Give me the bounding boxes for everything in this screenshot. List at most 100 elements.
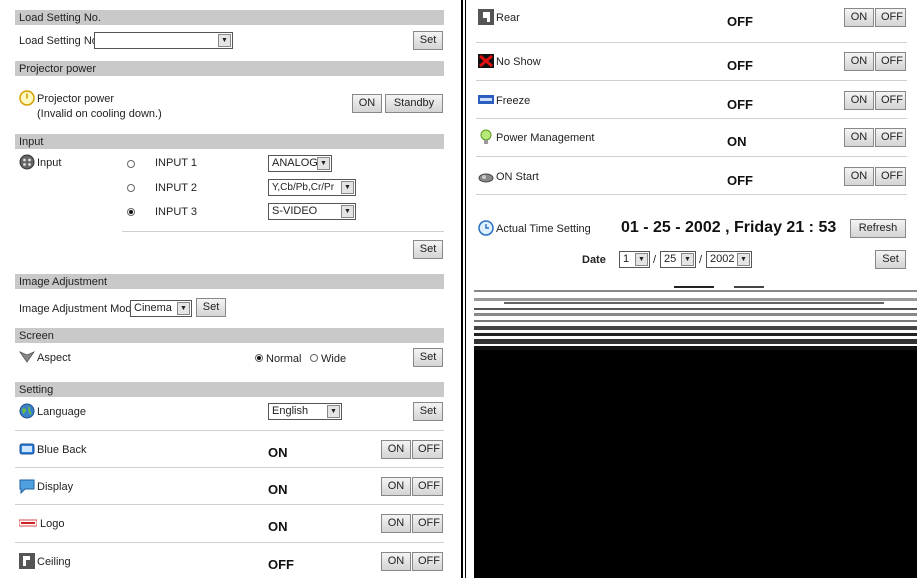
chevron-down-icon: ▼ — [737, 253, 750, 266]
divider — [476, 156, 907, 157]
date-year-value: 2002 — [710, 253, 735, 265]
input-1-label: INPUT 1 — [155, 157, 197, 169]
divider — [15, 504, 444, 505]
sanyo-logo-icon — [19, 519, 37, 527]
on-start-icon — [478, 173, 494, 183]
power-management-off-button[interactable]: OFF — [875, 128, 906, 147]
rendering-glitch-block — [474, 350, 917, 578]
divider — [476, 80, 907, 81]
rear-label: Rear — [496, 12, 520, 24]
setting-section-header: Setting — [15, 382, 444, 397]
on-start-off-button[interactable]: OFF — [875, 167, 906, 186]
input-1-select[interactable]: ANALOG ▼ — [268, 155, 332, 172]
rear-off-button[interactable]: OFF — [875, 8, 906, 27]
ceiling-icon — [19, 553, 35, 569]
on-start-on-button[interactable]: ON — [844, 167, 874, 186]
rear-on-button[interactable]: ON — [844, 8, 874, 27]
power-management-on-button[interactable]: ON — [844, 128, 874, 147]
aspect-wide-label: Wide — [321, 353, 347, 365]
load-setting-select[interactable]: ▼ — [94, 32, 233, 49]
image-adjustment-section-header: Image Adjustment — [15, 274, 444, 289]
no-show-status: OFF — [727, 58, 753, 73]
language-label: Language — [37, 406, 86, 418]
language-set-button[interactable]: Set — [413, 402, 443, 421]
projector-power-section-header: Projector power — [15, 61, 444, 76]
no-show-on-button[interactable]: ON — [844, 52, 874, 71]
freeze-icon — [478, 95, 494, 104]
freeze-on-button[interactable]: ON — [844, 91, 874, 110]
date-day-value: 25 — [664, 253, 677, 265]
divider — [15, 467, 444, 468]
rear-icon — [478, 9, 494, 25]
on-start-status: OFF — [727, 173, 753, 188]
no-show-label: No Show — [496, 56, 541, 68]
input-3-select[interactable]: S-VIDEO ▼ — [268, 203, 356, 220]
load-setting-set-button[interactable]: Set — [413, 31, 443, 50]
input-3-radio[interactable] — [127, 208, 135, 216]
aspect-set-button[interactable]: Set — [413, 348, 443, 367]
refresh-button[interactable]: Refresh — [850, 219, 906, 238]
blue-back-off-button[interactable]: OFF — [412, 440, 443, 459]
ceiling-on-button[interactable]: ON — [381, 552, 411, 571]
aspect-wide-radio[interactable] — [310, 354, 318, 362]
actual-time-setting-label: Actual Time Setting — [496, 223, 591, 235]
power-icon — [19, 90, 35, 106]
input-set-button[interactable]: Set — [413, 240, 443, 259]
blue-back-status: ON — [268, 445, 288, 460]
aspect-normal-radio[interactable] — [255, 354, 263, 362]
load-setting-section-header: Load Setting No. — [15, 10, 444, 25]
power-management-label: Power Management — [496, 132, 595, 144]
display-on-button[interactable]: ON — [381, 477, 411, 496]
date-month-select[interactable]: 1 ▼ — [619, 251, 650, 268]
freeze-off-button[interactable]: OFF — [875, 91, 906, 110]
blue-back-label: Blue Back — [37, 444, 87, 456]
language-value: English — [272, 405, 309, 417]
display-status: ON — [268, 482, 288, 497]
language-select[interactable]: English ▼ — [268, 403, 342, 420]
projector-power-note: (Invalid on cooling down.) — [37, 108, 162, 120]
screen-section-header: Screen — [15, 328, 444, 343]
blue-back-on-button[interactable]: ON — [381, 440, 411, 459]
ceiling-status: OFF — [268, 557, 294, 572]
chevron-down-icon: ▼ — [635, 253, 648, 266]
date-year-select[interactable]: 2002 ▼ — [706, 251, 752, 268]
logo-label: Logo — [40, 518, 65, 530]
display-off-button[interactable]: OFF — [412, 477, 443, 496]
blue-back-icon — [19, 443, 35, 455]
on-start-label: ON Start — [496, 171, 539, 183]
projector-power-label: Projector power — [37, 93, 115, 105]
rear-status: OFF — [727, 14, 753, 29]
left-panel: Load Setting No. Load Setting No. ▼ Set … — [0, 0, 463, 578]
ceiling-off-button[interactable]: OFF — [412, 552, 443, 571]
power-on-button[interactable]: ON — [352, 94, 382, 113]
aspect-icon — [19, 351, 35, 363]
date-day-select[interactable]: 25 ▼ — [660, 251, 696, 268]
chevron-down-icon: ▼ — [177, 302, 190, 315]
input-label: Input — [37, 157, 62, 169]
input-section-header: Input — [15, 134, 444, 149]
freeze-label: Freeze — [496, 95, 531, 107]
input-3-label: INPUT 3 — [155, 206, 197, 218]
input-1-value: ANALOG — [272, 157, 318, 169]
logo-off-button[interactable]: OFF — [412, 514, 443, 533]
power-standby-button[interactable]: Standby — [385, 94, 443, 113]
logo-on-button[interactable]: ON — [381, 514, 411, 533]
input-2-radio[interactable] — [127, 184, 135, 192]
right-panel: Rear OFF ON OFF No Show OFF ON OFF Freez… — [465, 0, 917, 578]
date-set-button[interactable]: Set — [875, 250, 906, 269]
input-2-select[interactable]: Y,Cb/Pb,Cr/Pr ▼ — [268, 179, 356, 196]
display-label: Display — [37, 481, 74, 493]
chevron-down-icon: ▼ — [341, 181, 354, 194]
chevron-down-icon: ▼ — [218, 34, 231, 47]
lightbulb-icon — [480, 129, 492, 144]
date-separator: / — [699, 254, 703, 266]
aspect-normal-label: Normal — [266, 353, 302, 365]
rendering-glitch-lines — [474, 286, 917, 350]
no-show-off-button[interactable]: OFF — [875, 52, 906, 71]
input-1-radio[interactable] — [127, 160, 135, 168]
ceiling-label: Ceiling — [37, 556, 71, 568]
date-separator: / — [653, 254, 657, 266]
image-adjustment-mode-select[interactable]: Cinema ▼ — [130, 300, 192, 317]
image-adjustment-set-button[interactable]: Set — [196, 298, 226, 317]
chevron-down-icon: ▼ — [317, 157, 330, 170]
